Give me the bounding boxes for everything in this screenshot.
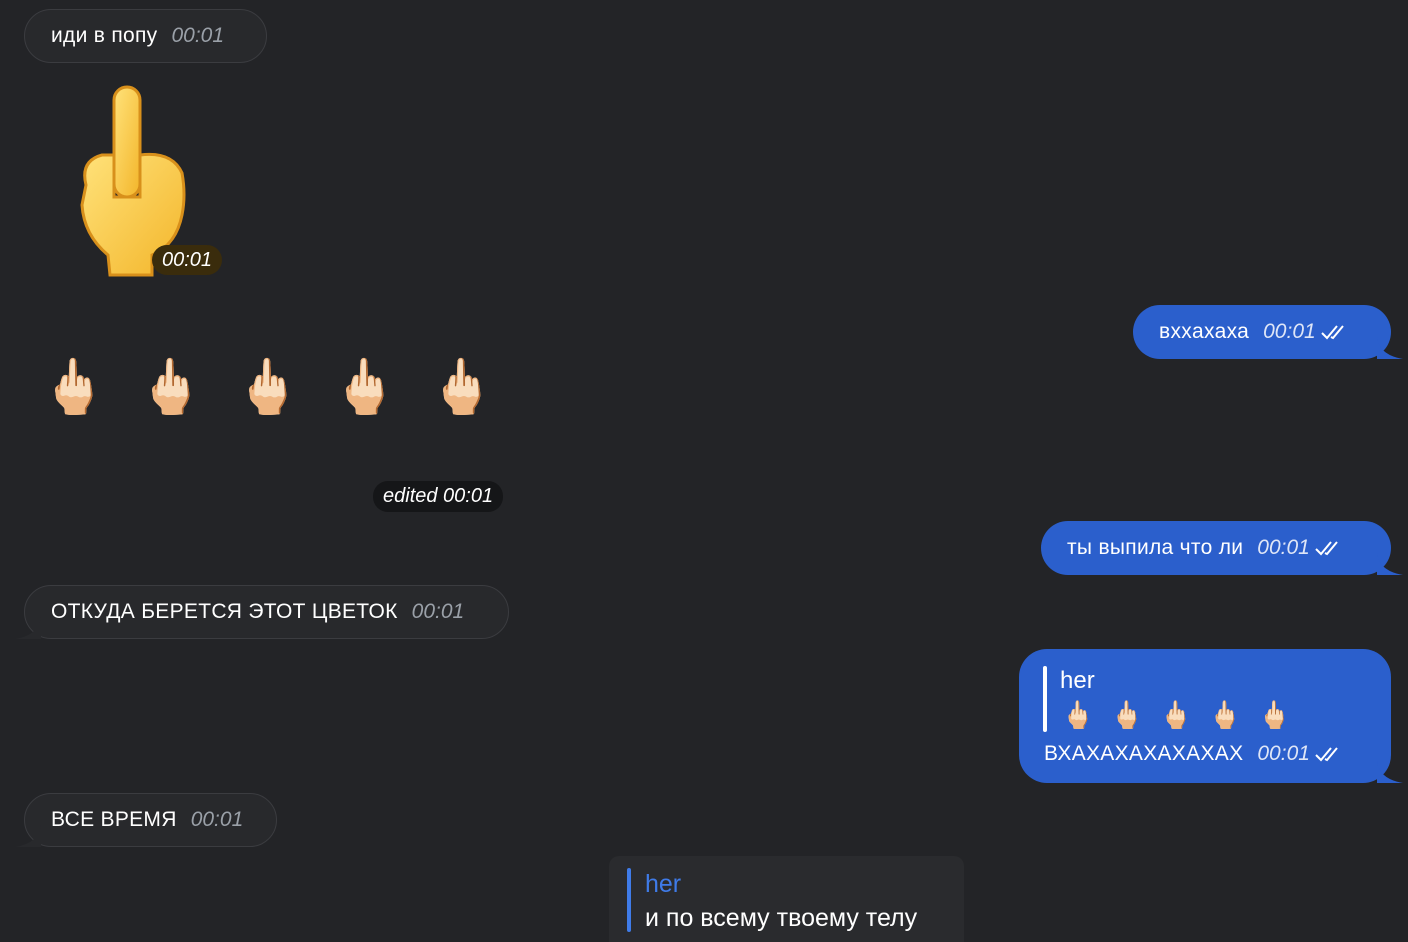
- message-incoming[interactable]: ВСЕ ВРЕМЯ 00:01: [15, 793, 277, 847]
- reply-author: her: [1060, 667, 1095, 694]
- reply-preview-author: her: [645, 870, 682, 898]
- bubble-tail: [15, 825, 41, 847]
- middle-finger-emoji: 🖕🏻: [1159, 700, 1193, 730]
- message-time: 00:01: [1263, 320, 1316, 343]
- double-check-icon: [1315, 541, 1338, 556]
- message-time: 00:01: [171, 24, 225, 47]
- message-text: ВХАХАХАХАХАХАХ: [1044, 742, 1244, 765]
- double-check-icon: [1320, 325, 1344, 340]
- message-outgoing[interactable]: вхxахаха 00:01: [1133, 305, 1403, 359]
- middle-finger-emoji: 🖕🏻: [1208, 700, 1243, 730]
- bubble-tail: [15, 617, 41, 639]
- reply-preview[interactable]: her и по всему твоему телу: [609, 856, 964, 942]
- reply-preview-bar: [627, 868, 631, 932]
- message-time: 00:01: [190, 808, 244, 831]
- middle-finger-emoji: 🖕🏻: [1257, 700, 1292, 730]
- reply-emoji-row: 🖕🏻 🖕🏻 🖕🏻 🖕🏻 🖕🏻: [1061, 699, 1291, 731]
- message-time: 00:01: [1257, 742, 1310, 765]
- middle-finger-emoji: 🖕🏻: [234, 357, 302, 417]
- middle-finger-emoji: 🖕🏻: [331, 357, 399, 417]
- bubble-tail: [1377, 553, 1403, 575]
- bubble-tail: [1377, 337, 1403, 359]
- message-time: 00:01: [1257, 536, 1310, 559]
- middle-finger-emoji: 🖕🏻: [137, 357, 205, 417]
- message-time: 00:01: [162, 248, 213, 271]
- middle-finger-emoji: 🖕🏻: [40, 357, 108, 417]
- message-time: 00:01: [411, 600, 465, 623]
- message-text: ты выпила что ли: [1067, 536, 1244, 559]
- message-incoming[interactable]: ОТКУДА БЕРЕТСЯ ЭТОТ ЦВЕТОК 00:01: [15, 585, 509, 639]
- sticker-time: 00:01: [152, 245, 223, 275]
- reply-preview-text: и по всему твоему телу: [645, 904, 918, 932]
- emoji-message[interactable]: 🖕🏻 🖕🏻 🖕🏻 🖕🏻 🖕🏻 edited 00:01: [40, 360, 530, 520]
- reply-quote-bar: [1043, 666, 1047, 732]
- message-text: ОТКУДА БЕРЕТСЯ ЭТОТ ЦВЕТОК: [51, 600, 398, 623]
- edited-time-badge: edited 00:01: [373, 481, 504, 512]
- message-outgoing[interactable]: ты выпила что ли 00:01: [1041, 521, 1403, 575]
- message-text: иди в попу: [51, 24, 158, 47]
- middle-finger-emoji: 🖕🏻: [428, 357, 496, 417]
- message-incoming[interactable]: иди в попу 00:01: [24, 9, 267, 63]
- middle-finger-emoji: 🖕🏻: [1110, 700, 1144, 730]
- message-outgoing-reply[interactable]: her 🖕🏻 🖕🏻 🖕🏻 🖕🏻 🖕🏻 ВХАХАХАХАХАХАХ 00:01: [1019, 649, 1403, 783]
- sticker-message[interactable]: 00:01: [72, 85, 232, 285]
- message-text: вхxахаха: [1159, 320, 1250, 343]
- bubble-tail: [1377, 761, 1403, 783]
- message-text: ВСЕ ВРЕМЯ: [51, 808, 177, 831]
- middle-finger-emoji: 🖕🏻: [1061, 700, 1095, 730]
- double-check-icon: [1315, 747, 1338, 762]
